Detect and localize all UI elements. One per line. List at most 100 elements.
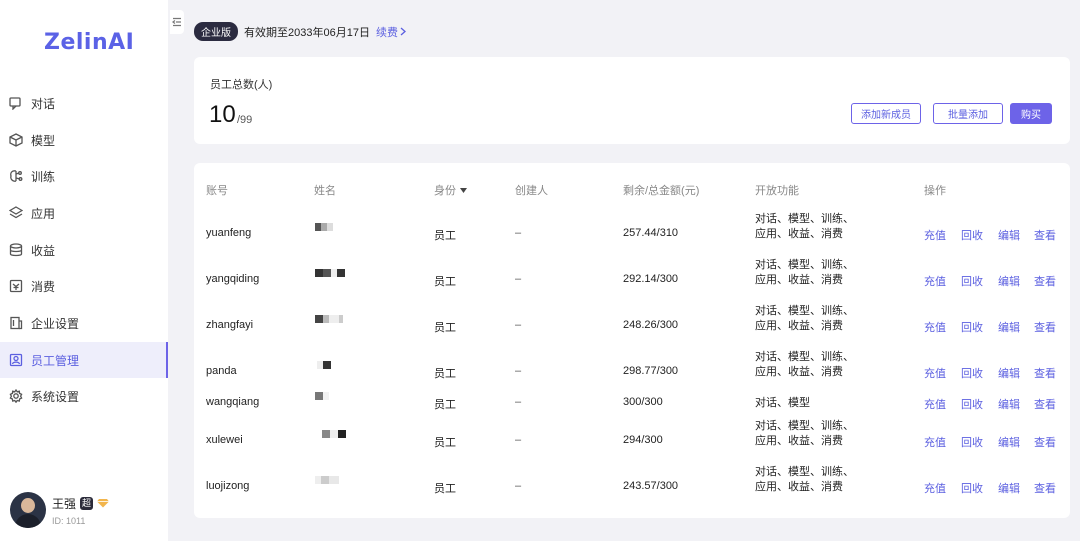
sidebar-item-model[interactable]: 模型	[0, 122, 168, 158]
license-expiry: 有效期至2033年06月17日	[244, 26, 370, 39]
recharge-link[interactable]: 充值	[924, 319, 946, 335]
masked-name	[315, 392, 329, 400]
user-name: 王强	[52, 496, 77, 511]
reclaim-link[interactable]: 回收	[961, 319, 983, 335]
balance-cell: 257.44/310	[623, 227, 679, 239]
role-cell: 员工	[434, 483, 456, 495]
functions-cell: 对话、模型、训练、 应用、收益、消费	[755, 351, 854, 378]
edit-link[interactable]: 编辑	[998, 227, 1020, 243]
sidebar-item-label: 应用	[31, 206, 56, 221]
edit-link[interactable]: 编辑	[998, 434, 1020, 450]
masked-name	[315, 476, 339, 484]
view-link[interactable]: 查看	[1034, 396, 1056, 412]
column-header-name: 姓名	[314, 185, 336, 197]
user-profile[interactable]: 王强 超 ID: 1011	[10, 492, 110, 528]
creator-cell: –	[515, 227, 522, 239]
account-cell: panda	[206, 365, 237, 377]
collapse-icon	[172, 17, 181, 27]
renew-link[interactable]: 续费	[376, 24, 407, 40]
creator-cell: –	[515, 319, 522, 331]
layers-icon	[8, 206, 24, 220]
buy-button[interactable]: 购买	[1010, 103, 1052, 124]
account-cell: yuanfeng	[206, 227, 252, 239]
functions-cell: 对话、模型、训练、 应用、收益、消费	[755, 305, 854, 332]
sidebar-item-label: 模型	[31, 133, 56, 148]
app-logo: ZelinAI	[44, 30, 135, 55]
sidebar-item-train[interactable]: 训练	[0, 158, 168, 194]
functions-cell: 对话、模型、训练、 应用、收益、消费	[755, 420, 854, 447]
masked-name	[322, 430, 346, 438]
sidebar-item-apps[interactable]: 应用	[0, 195, 168, 231]
view-link[interactable]: 查看	[1034, 365, 1056, 381]
edit-link[interactable]: 编辑	[998, 365, 1020, 381]
collapse-sidebar-button[interactable]	[170, 10, 184, 34]
employee-max: /99	[237, 114, 253, 126]
creator-cell: –	[515, 273, 522, 285]
edit-link[interactable]: 编辑	[998, 273, 1020, 289]
functions-cell: 对话、模型、训练、 应用、收益、消费	[755, 259, 854, 286]
view-link[interactable]: 查看	[1034, 227, 1056, 243]
column-header-account: 账号	[206, 185, 228, 197]
recharge-link[interactable]: 充值	[924, 365, 946, 381]
add-member-button[interactable]: 添加新成员	[851, 103, 921, 124]
account-cell: zhangfayi	[206, 319, 254, 331]
reclaim-link[interactable]: 回收	[961, 434, 983, 450]
reclaim-link[interactable]: 回收	[961, 227, 983, 243]
column-header-creator: 创建人	[515, 185, 548, 197]
column-header-functions: 开放功能	[755, 185, 799, 197]
recharge-link[interactable]: 充值	[924, 480, 946, 496]
sidebar-item-revenue[interactable]: 收益	[0, 232, 168, 268]
reclaim-link[interactable]: 回收	[961, 396, 983, 412]
sidebar-item-consumption[interactable]: 消费	[0, 268, 168, 304]
avatar[interactable]	[10, 492, 46, 528]
functions-cell: 对话、模型	[755, 397, 810, 409]
edition-badge: 企业版	[194, 22, 238, 41]
reclaim-link[interactable]: 回收	[961, 365, 983, 381]
bulk-add-button[interactable]: 批量添加	[933, 103, 1003, 124]
column-header-actions: 操作	[924, 185, 946, 197]
role-cell: 员工	[434, 399, 456, 411]
employee-count-label: 员工总数(人)	[210, 79, 273, 91]
edit-link[interactable]: 编辑	[998, 396, 1020, 412]
sidebar-item-label: 对话	[31, 96, 56, 111]
recharge-link[interactable]: 充值	[924, 227, 946, 243]
edit-link[interactable]: 编辑	[998, 480, 1020, 496]
view-link[interactable]: 查看	[1034, 480, 1056, 496]
license-bar: 企业版 有效期至2033年06月17日 续费	[194, 22, 407, 41]
sidebar-item-system-settings[interactable]: 系统设置	[0, 378, 168, 414]
view-link[interactable]: 查看	[1034, 273, 1056, 289]
employee-summary-card: 员工总数(人) 10 /99 添加新成员 批量添加 购买	[194, 57, 1070, 144]
masked-name	[315, 223, 333, 231]
sidebar-item-employee-management[interactable]: 员工管理	[0, 342, 168, 378]
balance-cell: 243.57/300	[623, 480, 679, 492]
view-link[interactable]: 查看	[1034, 434, 1056, 450]
functions-cell: 对话、模型、训练、 应用、收益、消费	[755, 466, 854, 493]
gear-icon	[9, 388, 23, 404]
account-cell: xulewei	[206, 434, 243, 446]
receipt-icon	[9, 279, 23, 293]
sidebar-item-label: 员工管理	[31, 353, 80, 368]
recharge-link[interactable]: 充值	[924, 396, 946, 412]
chat-icon	[9, 96, 23, 111]
recharge-link[interactable]: 充值	[924, 434, 946, 450]
masked-name	[315, 269, 345, 277]
account-cell: yangqiding	[206, 273, 260, 285]
chevron-right-icon	[400, 27, 406, 36]
edit-link[interactable]: 编辑	[998, 319, 1020, 335]
reclaim-link[interactable]: 回收	[961, 480, 983, 496]
role-cell: 员工	[434, 368, 456, 380]
masked-name	[315, 315, 343, 323]
sidebar-item-chat[interactable]: 对话	[0, 85, 168, 121]
creator-cell: –	[515, 396, 522, 408]
column-header-role[interactable]: 身份	[434, 182, 467, 198]
view-link[interactable]: 查看	[1034, 319, 1056, 335]
diamond-icon	[97, 499, 110, 508]
reclaim-link[interactable]: 回收	[961, 273, 983, 289]
sidebar-item-enterprise-settings[interactable]: 企业设置	[0, 305, 168, 341]
creator-cell: –	[515, 434, 522, 446]
employee-table: 账号 姓名 身份 创建人 剩余/总金额(元) 开放功能 操作 yuanfeng …	[194, 163, 1070, 518]
recharge-link[interactable]: 充值	[924, 273, 946, 289]
creator-cell: –	[515, 480, 522, 492]
sidebar-item-label: 收益	[31, 243, 56, 258]
sidebar-item-label: 训练	[31, 169, 56, 184]
